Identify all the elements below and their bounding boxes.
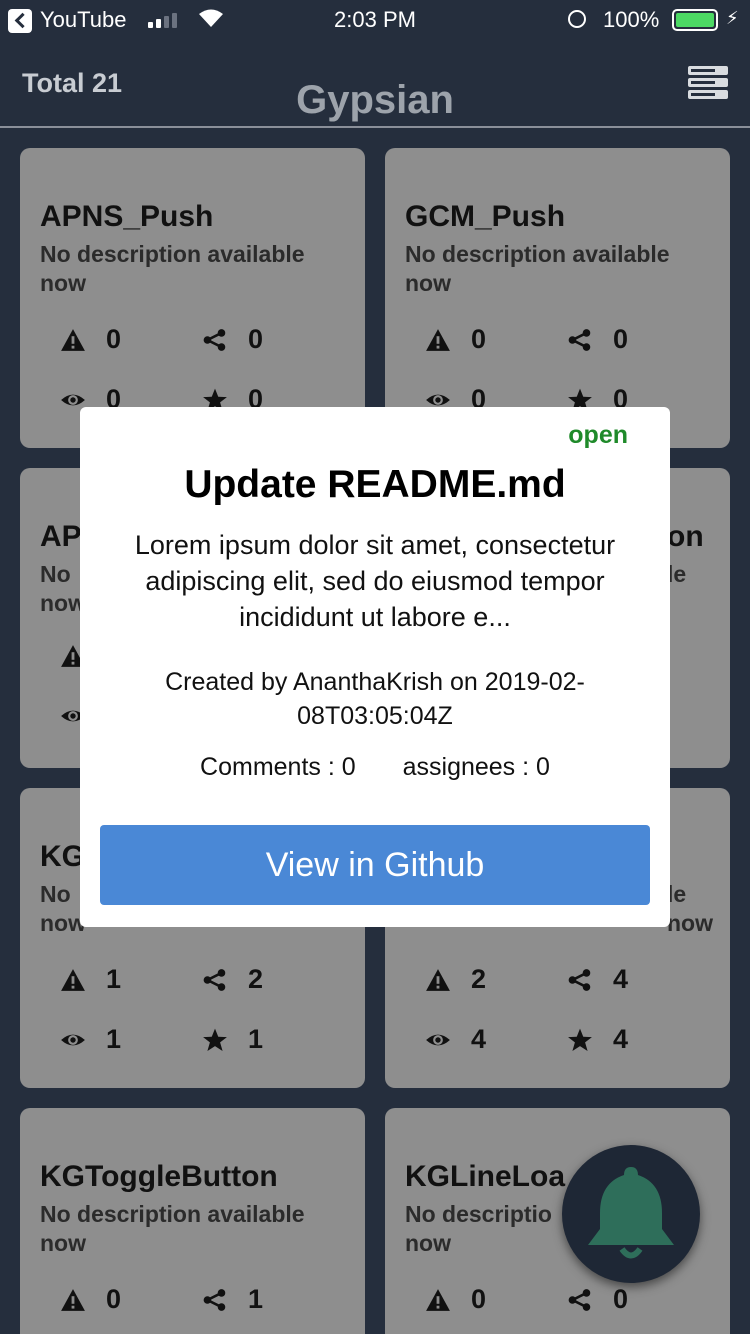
dialog-title: Update README.md [184,463,566,506]
issues-count: 0 [471,1284,487,1314]
rotation-lock-icon [568,10,586,28]
issues-count: 0 [106,1284,122,1314]
repo-name: KGToggleButton [40,1160,278,1193]
star-icon [567,1028,593,1052]
issues-stat: 0 [60,324,121,355]
stars-stat: 1 [202,1024,263,1055]
forks-count: 0 [613,324,629,354]
repo-card[interactable]: APNS_Push No description available now 0… [20,148,365,448]
repo-description: le now [667,881,713,936]
repo-description: No descriptio now [405,1201,552,1256]
forks-count: 0 [248,324,264,354]
forks-stat: 0 [567,1284,628,1315]
stars-stat: 4 [567,1024,628,1055]
watchers-stat: 4 [425,1024,486,1055]
view-in-github-button[interactable]: View in Github [100,825,650,905]
star-icon [202,1028,228,1052]
assignees-count: assignees : 0 [402,753,550,781]
share-icon [202,968,228,992]
repo-description: No description available now [405,241,670,296]
repo-name: GCM_Push [405,200,566,233]
share-icon [567,1288,593,1312]
share-icon [202,1288,228,1312]
eye-icon [60,1028,86,1052]
dialog-counts: Comments : 0 assignees : 0 [80,753,670,782]
warning-icon [425,968,451,992]
page-title: Gypsian [296,78,454,122]
issues-stat: 1 [60,964,121,995]
watchers-count: 4 [471,1024,487,1054]
issues-count: 0 [471,324,487,354]
warning-icon [425,1288,451,1312]
forks-stat: 2 [202,964,263,995]
repo-card[interactable]: KGToggleButton No description available … [20,1108,365,1334]
repo-name: on [667,520,704,553]
charging-icon: ⚡ [726,8,739,28]
status-badge: open [568,421,628,449]
battery-icon [672,9,718,31]
stars-count: 4 [613,1024,629,1054]
forks-stat: 0 [567,324,628,355]
comments-count: Comments : 0 [200,753,356,781]
repo-description: No description available now [40,1201,305,1256]
created-by-text: Created by AnanthaKrish on 2019-02-08T03… [165,668,585,730]
issues-stat: 0 [60,1284,121,1315]
watchers-stat: 1 [60,1024,121,1055]
status-bar: YouTube 2:03 PM 100% ⚡ [0,0,750,40]
bell-icon [588,1167,674,1259]
eye-icon [425,1028,451,1052]
repo-description: No description available now [40,241,305,296]
issues-stat: 0 [425,1284,486,1315]
issues-count: 0 [106,324,122,354]
forks-count: 2 [248,964,264,994]
forks-count: 4 [613,964,629,994]
forks-stat: 4 [567,964,628,995]
pull-request-dialog: open Update README.md Lorem ipsum dolor … [80,407,670,927]
warning-icon [425,328,451,352]
share-icon [202,328,228,352]
notifications-fab[interactable] [562,1145,700,1283]
repo-name: APNS_Push [40,200,214,233]
app-header: Total 21 Gypsian [0,40,750,128]
issues-count: 2 [471,964,487,994]
warning-icon [60,968,86,992]
watchers-count: 1 [106,1024,122,1054]
share-icon [567,968,593,992]
dialog-body-text: Lorem ipsum dolor sit amet, consectetur … [134,530,616,632]
repo-name: AP [40,520,82,553]
issues-count: 1 [106,964,122,994]
repo-card[interactable]: GCM_Push No description available now 0 … [385,148,730,448]
repo-name: KG [40,840,85,873]
repo-name: KGLineLoa [405,1160,566,1193]
warning-icon [60,1288,86,1312]
share-icon [567,328,593,352]
issues-stat: 0 [425,324,486,355]
forks-stat: 1 [202,1284,263,1315]
battery-percent: 100% [603,7,660,32]
forks-stat: 0 [202,324,263,355]
warning-icon [60,328,86,352]
repo-description: le [667,561,687,587]
forks-count: 0 [613,1284,629,1314]
list-menu-icon[interactable] [688,66,728,100]
stars-count: 1 [248,1024,264,1054]
forks-count: 1 [248,1284,264,1314]
issues-stat: 2 [425,964,486,995]
